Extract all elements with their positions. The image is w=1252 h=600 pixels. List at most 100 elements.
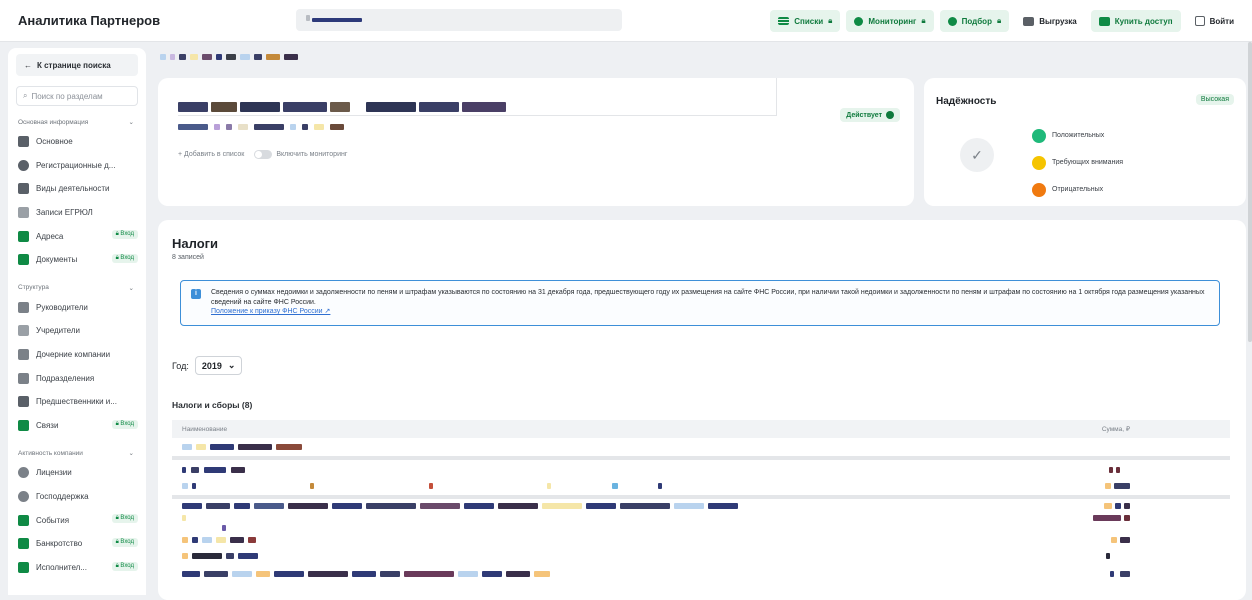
global-search-input[interactable] bbox=[296, 9, 622, 31]
gear-icon bbox=[18, 467, 29, 479]
green-dot-icon bbox=[1032, 128, 1046, 143]
hierarchy-icon bbox=[18, 349, 29, 361]
table-row bbox=[172, 464, 1230, 475]
reliability-level-badge: Высокая bbox=[1195, 94, 1234, 105]
status-label: Действует bbox=[846, 111, 882, 119]
sidebar-item-main[interactable]: Основное bbox=[8, 130, 146, 154]
app-logo[interactable]: Аналитика Партнеров bbox=[18, 13, 160, 28]
filter-icon bbox=[947, 16, 957, 26]
chevron-down-icon: ⌄ bbox=[128, 450, 134, 458]
sidebar-item-activities[interactable]: Виды деятельности bbox=[8, 177, 146, 201]
person-icon bbox=[18, 301, 29, 313]
fns-order-link[interactable]: Положение к приказу ФНС России ↗ bbox=[211, 307, 1209, 317]
divider bbox=[178, 115, 776, 116]
row-separator bbox=[172, 456, 1230, 460]
sidebar-item-state-support[interactable]: Господдержка bbox=[8, 485, 146, 509]
year-filter: Год: 2019 ⌄ bbox=[172, 356, 243, 375]
lists-button[interactable]: Списки 🔒︎ bbox=[770, 10, 841, 32]
sidebar-item-predecessors[interactable]: Предшественники и... bbox=[8, 390, 146, 414]
badge-label: Вход bbox=[120, 231, 134, 238]
monitoring-toggle[interactable]: Включить мониторинг bbox=[254, 150, 347, 159]
export-label: Выгрузка bbox=[1039, 16, 1077, 26]
monitoring-button[interactable]: Мониторинг 🔒︎ bbox=[846, 10, 934, 32]
selection-button[interactable]: Подбор 🔒︎ bbox=[939, 10, 1010, 32]
section-header-main-info[interactable]: Основная информация ⌄ bbox=[8, 114, 146, 130]
gear-icon bbox=[18, 491, 29, 503]
sidebar-item-managers[interactable]: Руководители bbox=[8, 296, 146, 320]
lock-icon: 🔒︎ bbox=[921, 16, 926, 25]
year-select[interactable]: 2019 ⌄ bbox=[194, 356, 243, 375]
status-badge: Действует bbox=[840, 108, 900, 122]
info-icon: i bbox=[191, 289, 201, 299]
login-button[interactable]: Войти bbox=[1187, 10, 1242, 32]
lock-icon: 🔒︎ bbox=[828, 16, 833, 25]
section-search-input[interactable]: ⌕ Поиск по разделам bbox=[16, 86, 138, 106]
sidebar: ← К странице поиска ⌕ Поиск по разделам … bbox=[8, 48, 146, 595]
sidebar-item-enforcement[interactable]: Исполнител... 🔒︎ Вход bbox=[8, 556, 146, 580]
column-name[interactable]: Наименование bbox=[182, 426, 227, 433]
login-label: Войти bbox=[1209, 16, 1234, 26]
login-required-badge: 🔒︎ Вход bbox=[111, 537, 138, 547]
export-button[interactable]: Выгрузка bbox=[1015, 10, 1085, 32]
chevron-down-icon: ⌄ bbox=[227, 360, 236, 370]
sidebar-item-egrul[interactable]: Записи ЕГРЮЛ bbox=[8, 201, 146, 225]
taxes-title: Налоги bbox=[172, 236, 219, 251]
sidebar-item-label: Виды деятельности bbox=[36, 184, 110, 194]
back-to-search-button[interactable]: ← К странице поиска bbox=[16, 54, 138, 76]
table-row bbox=[172, 441, 1230, 452]
add-to-list-button[interactable]: + Добавить в список bbox=[178, 151, 244, 158]
legend-label: Положительных bbox=[1052, 132, 1105, 139]
eye-icon bbox=[854, 16, 864, 26]
toggle-switch[interactable] bbox=[254, 150, 273, 159]
chevron-down-icon: ⌄ bbox=[128, 284, 134, 292]
buy-access-button[interactable]: Купить доступ bbox=[1090, 10, 1181, 32]
sidebar-item-label: Адреса bbox=[36, 231, 64, 241]
lock-icon: 🔒︎ bbox=[996, 16, 1002, 25]
sidebar-item-label: Господдержка bbox=[36, 492, 89, 502]
section-header-structure[interactable]: Структура ⌄ bbox=[8, 280, 146, 296]
sidebar-item-label: Подразделения bbox=[36, 373, 95, 383]
badge-label: Вход bbox=[120, 538, 134, 545]
sidebar-item-documents[interactable]: Документы 🔒︎ Вход bbox=[8, 248, 146, 272]
login-required-badge: 🔒︎ Вход bbox=[111, 230, 138, 240]
sidebar-item-events[interactable]: События 🔒︎ Вход bbox=[8, 508, 146, 532]
list-icon bbox=[18, 207, 29, 219]
org-icon bbox=[18, 372, 29, 384]
sidebar-item-bankruptcy[interactable]: Банкротство 🔒︎ Вход bbox=[8, 532, 146, 556]
sidebar-item-registration[interactable]: Регистрационные д... bbox=[8, 154, 146, 178]
check-circle-icon bbox=[886, 111, 894, 119]
column-sum[interactable]: Сумма, ₽ bbox=[1102, 425, 1130, 433]
sidebar-item-subsidiaries[interactable]: Дочерние компании bbox=[8, 343, 146, 367]
sidebar-item-label: Записи ЕГРЮЛ bbox=[36, 208, 93, 218]
sidebar-item-divisions[interactable]: Подразделения bbox=[8, 366, 146, 390]
reliability-legend: Положительных Требующих внимания Отрицат… bbox=[1032, 122, 1123, 203]
export-icon bbox=[1023, 16, 1035, 26]
sidebar-item-links[interactable]: Связи 🔒︎ Вход bbox=[8, 414, 146, 438]
grid-icon bbox=[18, 136, 29, 148]
sidebar-item-addresses[interactable]: Адреса 🔒︎ Вход bbox=[8, 224, 146, 248]
badge-label: Вход bbox=[120, 562, 134, 569]
sidebar-item-label: Основное bbox=[36, 137, 73, 147]
sidebar-item-label: События bbox=[36, 515, 70, 525]
badge-label: Вход bbox=[120, 420, 134, 427]
reliability-card: Надёжность Высокая ✓ Положительных Требу… bbox=[924, 78, 1246, 206]
document-icon bbox=[18, 538, 29, 550]
table-row bbox=[172, 550, 1230, 561]
sidebar-item-founders[interactable]: Учредители bbox=[8, 319, 146, 343]
sidebar-item-label: Предшественники и... bbox=[36, 397, 117, 407]
page-scrollbar[interactable] bbox=[1248, 42, 1252, 342]
sidebar-item-label: Документы bbox=[36, 255, 78, 265]
login-required-badge: 🔒︎ Вход bbox=[111, 253, 138, 263]
grid-icon bbox=[18, 514, 29, 526]
document-icon bbox=[18, 561, 29, 573]
login-required-badge: 🔒︎ Вход bbox=[111, 561, 138, 571]
document-icon bbox=[18, 254, 29, 266]
reliability-title: Надёжность bbox=[936, 96, 997, 107]
building-icon bbox=[18, 230, 29, 242]
taxes-count: 8 записей bbox=[172, 254, 204, 261]
section-header-activity[interactable]: Активность компании ⌄ bbox=[8, 445, 146, 461]
sidebar-item-licenses[interactable]: Лицензии bbox=[8, 461, 146, 485]
shield-check-icon: ✓ bbox=[960, 138, 994, 172]
legend-label: Отрицательных bbox=[1052, 186, 1104, 193]
company-name bbox=[178, 102, 506, 112]
